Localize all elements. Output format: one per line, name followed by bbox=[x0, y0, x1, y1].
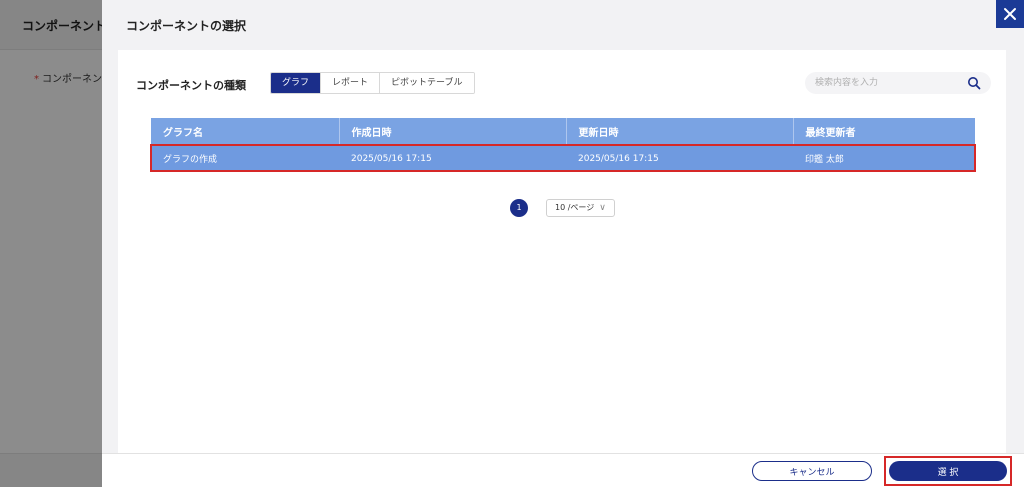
cell-created-at: 2025/05/16 17:15 bbox=[339, 145, 566, 172]
drawer-footer: キャンセル 選 択 bbox=[102, 453, 1024, 487]
cancel-button[interactable]: キャンセル bbox=[752, 461, 872, 481]
content-panel: コンポーネントの種類 グラフ レポート ピボットテーブル グラフ名 作成日時 更… bbox=[118, 50, 1006, 453]
cell-last-updated-by: 印鑑 太郎 bbox=[793, 145, 975, 172]
component-select-drawer: コンポーネントの選択 コンポーネントの種類 グラフ レポート ピボットテーブル … bbox=[102, 0, 1024, 487]
page-size-value: 10 /ページ bbox=[555, 203, 595, 212]
table-row[interactable]: グラフの作成 2025/05/16 17:15 2025/05/16 17:15… bbox=[151, 145, 975, 172]
drawer-header: コンポーネントの選択 bbox=[102, 0, 1024, 50]
cell-graph-name: グラフの作成 bbox=[151, 145, 339, 172]
component-type-tabs: グラフ レポート ピボットテーブル bbox=[270, 72, 475, 94]
column-header-last-updated-by[interactable]: 最終更新者 bbox=[793, 118, 975, 145]
chevron-down-icon: ∨ bbox=[599, 203, 606, 213]
pagination: 1 10 /ページ ∨ bbox=[510, 199, 615, 217]
tab-pivot-table[interactable]: ピボットテーブル bbox=[380, 73, 474, 93]
tab-graph[interactable]: グラフ bbox=[271, 73, 322, 93]
search-icon[interactable] bbox=[967, 76, 981, 90]
column-header-updated-at[interactable]: 更新日時 bbox=[566, 118, 794, 145]
page-size-select[interactable]: 10 /ページ ∨ bbox=[546, 199, 615, 217]
search-input[interactable] bbox=[815, 75, 955, 91]
drawer-title: コンポーネントの選択 bbox=[126, 19, 247, 33]
component-table: グラフ名 作成日時 更新日時 最終更新者 グラフの作成 2025/05/16 1… bbox=[151, 118, 975, 172]
column-header-created-at[interactable]: 作成日時 bbox=[339, 118, 567, 145]
page-number-button[interactable]: 1 bbox=[510, 199, 528, 217]
component-type-label: コンポーネントの種類 bbox=[136, 79, 246, 92]
select-button[interactable]: 選 択 bbox=[889, 461, 1007, 481]
search-box bbox=[805, 72, 991, 94]
close-icon bbox=[1004, 8, 1016, 20]
close-button[interactable] bbox=[996, 0, 1024, 28]
table-header-row: グラフ名 作成日時 更新日時 最終更新者 bbox=[151, 118, 975, 145]
cell-updated-at: 2025/05/16 17:15 bbox=[566, 145, 793, 172]
tab-report[interactable]: レポート bbox=[321, 73, 381, 93]
column-header-graph-name[interactable]: グラフ名 bbox=[151, 118, 340, 145]
